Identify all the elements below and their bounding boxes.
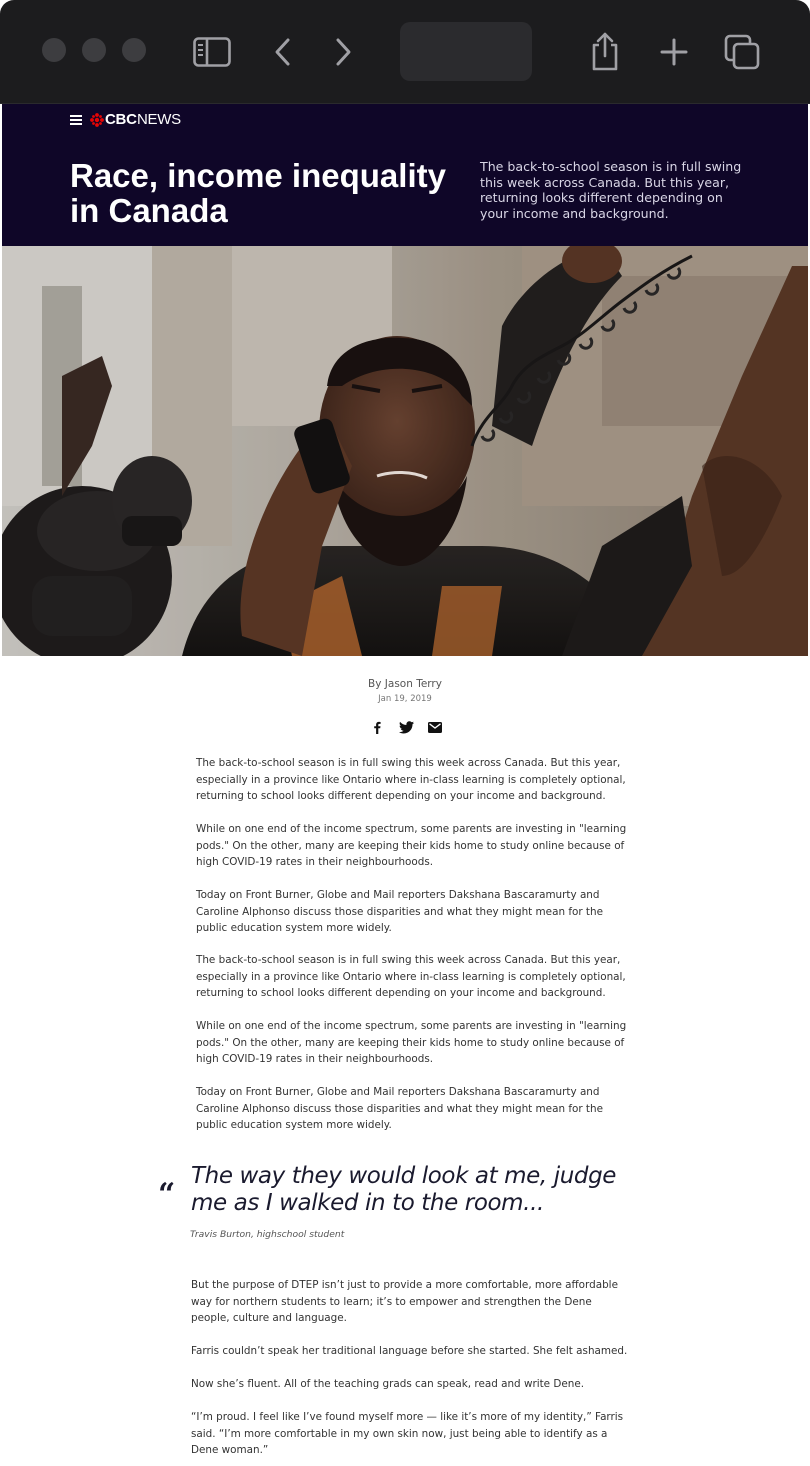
email-icon xyxy=(428,721,442,733)
facebook-icon xyxy=(374,721,381,734)
share-button[interactable] xyxy=(588,30,622,72)
share-icon xyxy=(592,32,618,71)
browser-toolbar xyxy=(0,0,810,104)
twitter-icon xyxy=(398,720,414,733)
article-paragraph: Farris couldn’t speak her traditional la… xyxy=(191,1345,628,1357)
address-bar[interactable] xyxy=(400,22,532,81)
share-email-button[interactable] xyxy=(427,719,443,735)
article-paragraph: “I’m proud. I feel like I’ve found mysel… xyxy=(191,1411,624,1457)
tabs-overview-button[interactable] xyxy=(722,32,762,72)
window-close-button[interactable] xyxy=(42,38,66,62)
sidebar-toggle-button[interactable] xyxy=(192,34,232,70)
article-paragraph: Today on Front Burner, Globe and Mail re… xyxy=(196,889,603,935)
article-date: Jan 19, 2019 xyxy=(378,694,432,704)
new-tab-icon xyxy=(660,38,688,66)
menu-icon[interactable] xyxy=(70,115,84,127)
article-title: Race, income inequality in Canada xyxy=(70,157,446,229)
article-hero: CBC NEWS Race, income inequality in Cana… xyxy=(2,104,808,246)
article-paragraph: Today on Front Burner, Globe and Mail re… xyxy=(196,1086,603,1132)
back-button[interactable] xyxy=(268,34,298,70)
article-paragraph: Now she’s fluent. All of the teaching gr… xyxy=(191,1378,585,1390)
share-twitter-button[interactable] xyxy=(398,719,414,735)
new-tab-button[interactable] xyxy=(658,36,690,68)
article-paragraph: While on one end of the income spectrum,… xyxy=(196,1020,627,1066)
window-minimize-button[interactable] xyxy=(82,38,106,62)
logo-wordmark-news[interactable]: NEWS xyxy=(137,111,181,128)
logo-wordmark-cbc[interactable]: CBC xyxy=(105,111,137,128)
quote-mark-icon: “ xyxy=(158,1177,176,1212)
window-zoom-button[interactable] xyxy=(122,38,146,62)
cbc-gem-logo xyxy=(90,113,104,127)
article-paragraph: The back-to-school season is in full swi… xyxy=(196,757,626,803)
hero-photo xyxy=(2,246,808,656)
protest-photo-illustration xyxy=(2,246,808,656)
tabs-icon xyxy=(724,34,760,70)
back-icon xyxy=(275,38,290,66)
browser-window: CBC NEWS Race, income inequality in Cana… xyxy=(0,0,810,1466)
article-dek: The back-to-school season is in full swi… xyxy=(480,159,742,221)
pull-quote: The way they would look at me, judge me … xyxy=(191,1163,617,1216)
article-paragraph: But the purpose of DTEP isn’t just to pr… xyxy=(191,1279,618,1325)
forward-icon xyxy=(336,38,351,66)
article-paragraph: The back-to-school season is in full swi… xyxy=(196,954,626,1000)
sidebar-icon xyxy=(193,37,231,67)
share-facebook-button[interactable] xyxy=(369,719,385,735)
article-byline[interactable]: By Jason Terry xyxy=(0,678,810,690)
forward-button[interactable] xyxy=(328,34,358,70)
pull-quote-attribution: Travis Burton, highschool student xyxy=(190,1229,345,1240)
article-paragraph: While on one end of the income spectrum,… xyxy=(196,823,627,869)
